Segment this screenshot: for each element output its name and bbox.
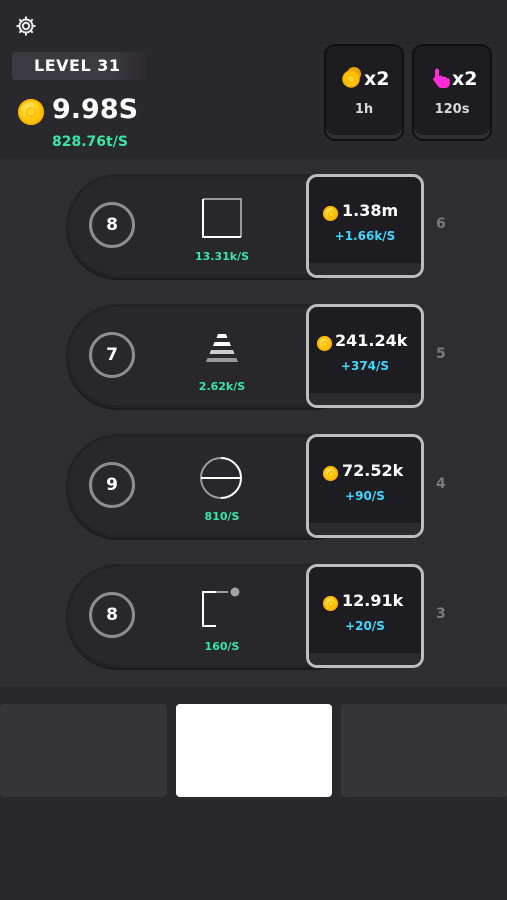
buy-price: 1.38m (342, 201, 399, 220)
level-label: LEVEL 31 (34, 56, 121, 75)
bracket-dot-icon (202, 587, 240, 627)
producer-row: 8 13.31k/S 1.38m +1.66k/S 6 (66, 174, 446, 282)
coin-icon (323, 596, 338, 611)
producer-count: 8 (89, 202, 135, 248)
row-index: 4 (436, 476, 446, 492)
producer-rate: 2.62k/S (198, 380, 246, 393)
square-outline-icon (202, 198, 242, 238)
producer-list: 8 13.31k/S 1.38m +1.66k/S 6 7 2.62k/S 24… (0, 158, 507, 686)
producer-count: 7 (89, 332, 135, 378)
circle-line-icon (200, 457, 242, 499)
buy-button[interactable]: 12.91k +20/S (306, 564, 424, 668)
buy-button[interactable]: 241.24k +374/S (306, 304, 424, 408)
tap-boost-button[interactable]: x2 120s (414, 46, 490, 139)
producer-row: 9 810/S 72.52k +90/S 4 (66, 434, 446, 542)
bottom-tab-bar (0, 686, 507, 900)
tab-left[interactable] (0, 704, 167, 797)
coin-icon (323, 466, 338, 481)
producer-row: 7 2.62k/S 241.24k +374/S 5 (66, 304, 446, 412)
coin-stack-icon (342, 67, 361, 88)
producer-row: 8 160/S 12.91k +20/S 3 (66, 564, 446, 672)
producer-rate: 810/S (204, 510, 240, 523)
coin-boost-duration: 1h (354, 102, 374, 117)
tab-selected[interactable] (176, 704, 332, 797)
buy-price: 241.24k (335, 331, 408, 350)
buy-price: 72.52k (342, 461, 404, 480)
settings-gear-icon[interactable] (14, 14, 38, 38)
producer-rate: 160/S (204, 640, 240, 653)
coin-icon (323, 206, 338, 221)
tab-right[interactable] (341, 704, 507, 797)
pyramid-stripes-icon (206, 334, 238, 362)
tap-hand-icon (433, 68, 450, 88)
coin-icon (317, 336, 332, 351)
coin-icon (18, 99, 44, 125)
coin-boost-multiplier: x2 (364, 68, 390, 90)
tap-boost-multiplier: x2 (452, 68, 478, 90)
row-index: 3 (436, 606, 446, 622)
buy-gain: +90/S (345, 489, 385, 503)
buy-gain: +1.66k/S (334, 229, 396, 243)
buy-gain: +374/S (340, 359, 390, 373)
coin-boost-button[interactable]: x2 1h (326, 46, 402, 139)
producer-rate: 13.31k/S (194, 250, 250, 263)
tap-boost-duration: 120s (434, 102, 470, 117)
buy-gain: +20/S (345, 619, 385, 633)
buy-price: 12.91k (342, 591, 404, 610)
money-total: 9.98S (52, 94, 139, 125)
income-rate: 828.76t/S (52, 134, 128, 150)
row-index: 6 (436, 216, 446, 232)
buy-button[interactable]: 1.38m +1.66k/S (306, 174, 424, 278)
header: LEVEL 31 9.98S 828.76t/S x2 1h x2 120s (0, 0, 507, 158)
producer-count: 8 (89, 592, 135, 638)
level-badge: LEVEL 31 (12, 52, 148, 80)
row-index: 5 (436, 346, 446, 362)
producer-count: 9 (89, 462, 135, 508)
buy-button[interactable]: 72.52k +90/S (306, 434, 424, 538)
